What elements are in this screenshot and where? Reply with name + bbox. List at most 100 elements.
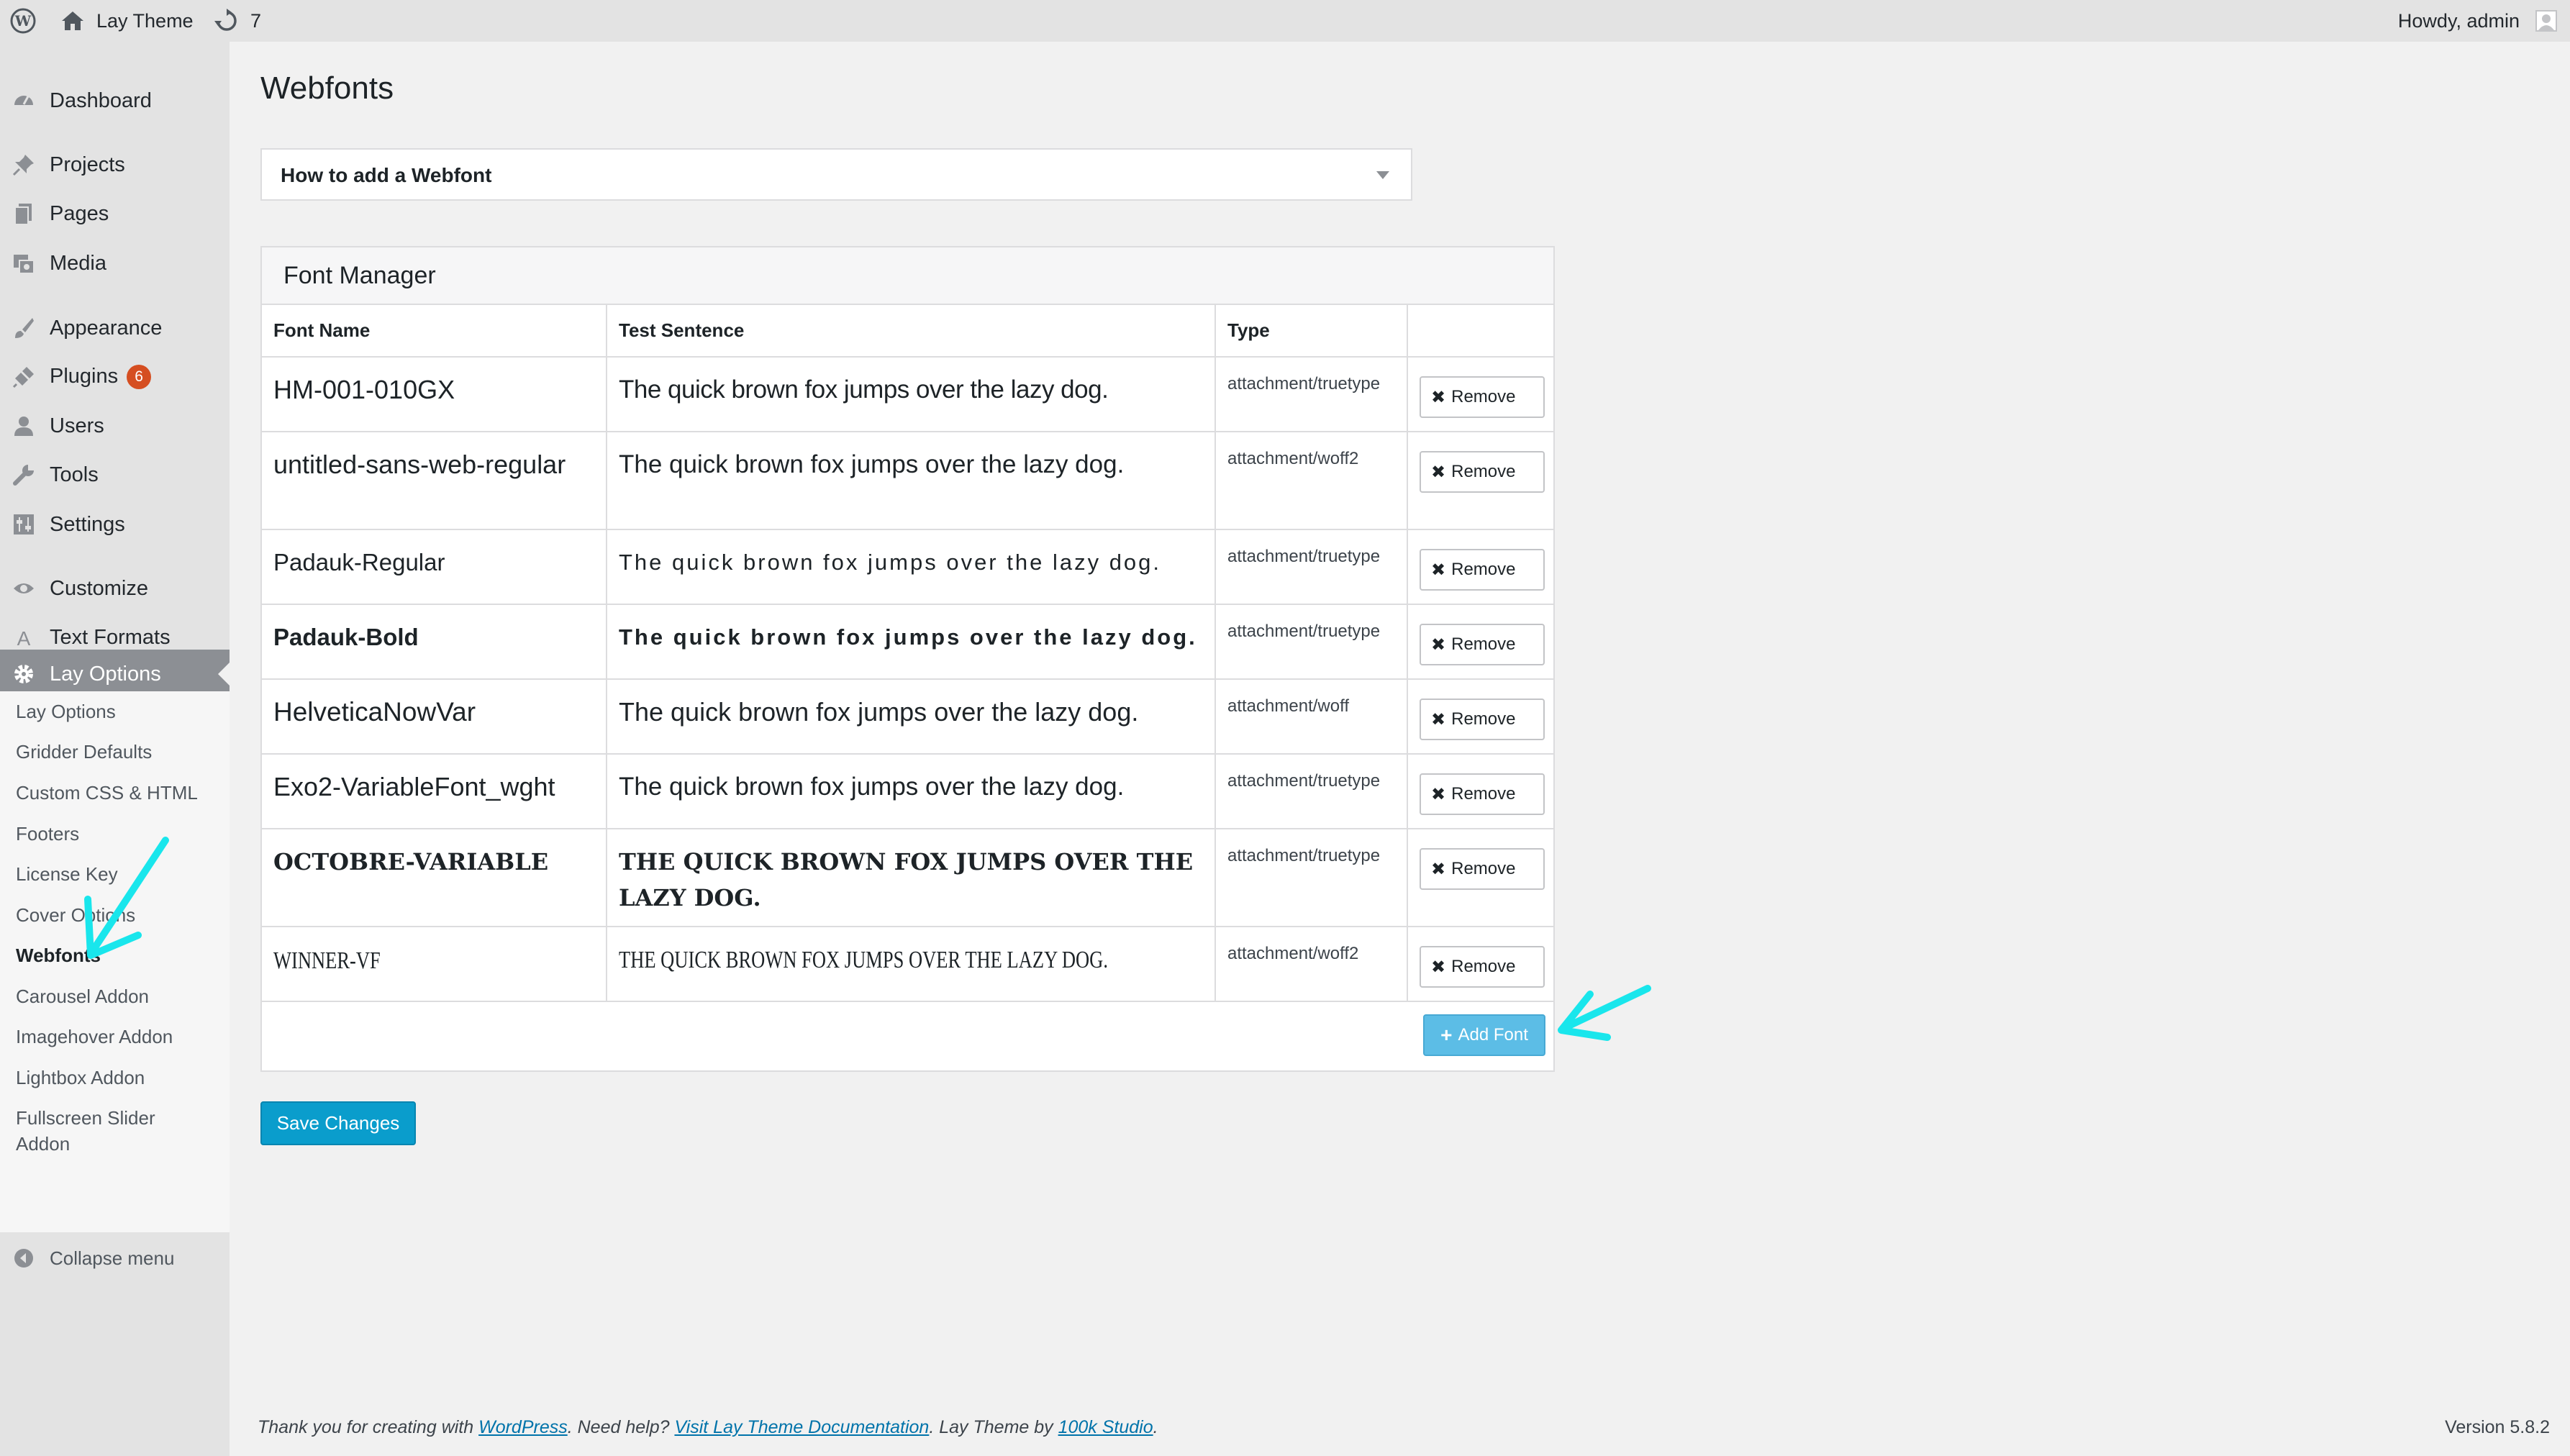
sidebar-item-plugins[interactable]: Plugins 6: [0, 352, 230, 401]
remove-button[interactable]: ✖ Remove: [1420, 624, 1545, 665]
svg-text:W: W: [14, 12, 32, 29]
sidebar-item-projects[interactable]: Projects: [0, 140, 230, 189]
plus-icon: +: [1440, 1024, 1453, 1046]
howto-label: How to add a Webfont: [281, 164, 492, 186]
save-changes-button[interactable]: Save Changes: [260, 1101, 416, 1145]
font-name: Exo2-VariableFont_wght: [273, 772, 555, 801]
sidebar-item-appearance[interactable]: Appearance: [0, 304, 230, 352]
remove-button[interactable]: ✖ Remove: [1420, 946, 1545, 988]
test-sentence: The quick brown fox jumps over the lazy …: [619, 376, 1109, 404]
test-sentence: The quick brown fox jumps over the lazy …: [619, 624, 1197, 650]
remove-button[interactable]: ✖ Remove: [1420, 699, 1545, 740]
table-row: OCTOBRE-VARIABLE THE QUICK BROWN FOX JUM…: [262, 829, 1553, 927]
footer-text: . Need help?: [567, 1417, 675, 1437]
sidebar-item-label: Appearance: [50, 316, 163, 340]
font-type: attachment/truetype: [1227, 374, 1381, 393]
remove-button[interactable]: ✖ Remove: [1420, 773, 1545, 815]
sidebar-item-label: Dashboard: [50, 88, 152, 112]
font-type: attachment/truetype: [1227, 547, 1381, 566]
updates-icon[interactable]: [214, 0, 239, 42]
remove-button[interactable]: ✖ Remove: [1420, 376, 1545, 418]
font-name: Padauk-Regular: [273, 549, 445, 575]
submenu-item-imagehover-addon[interactable]: Imagehover Addon: [16, 1024, 173, 1050]
sidebar-item-users[interactable]: Users: [0, 401, 230, 450]
sidebar-item-label: Plugins: [50, 364, 119, 388]
table-row: WINNER-VF THE QUICK BROWN FOX JUMPS OVER…: [262, 927, 1553, 1002]
studio-link[interactable]: 100k Studio: [1058, 1417, 1153, 1437]
letter-a-icon: A: [12, 625, 36, 650]
submenu-item-cover-options[interactable]: Cover Options: [16, 902, 135, 928]
close-icon: ✖: [1431, 709, 1446, 729]
user-greeting[interactable]: Howdy, admin: [2398, 0, 2520, 42]
table-row: untitled-sans-web-regular The quick brow…: [262, 432, 1553, 530]
pages-icon: [12, 201, 36, 226]
submenu-item-license-key[interactable]: License Key: [16, 861, 118, 887]
howto-accordion[interactable]: How to add a Webfont: [260, 148, 1412, 201]
test-sentence: The quick brown fox jumps over the lazy …: [619, 450, 1125, 478]
site-name-link[interactable]: Lay Theme: [96, 0, 194, 42]
test-sentence: The quick brown fox jumps over the lazy …: [619, 773, 1125, 801]
test-sentence: The quick brown fox jumps over the lazy …: [619, 550, 1162, 575]
home-icon[interactable]: [60, 0, 85, 42]
updates-count[interactable]: 7: [250, 0, 261, 42]
column-header-type: Type: [1215, 305, 1408, 358]
sidebar-item-label: Media: [50, 251, 106, 275]
sidebar-item-label: Customize: [50, 576, 148, 600]
submenu-item-custom-css-html[interactable]: Custom CSS & HTML: [16, 780, 198, 806]
sidebar-item-media[interactable]: Media: [0, 239, 230, 288]
gear-icon: [12, 662, 36, 686]
font-type: attachment/truetype: [1227, 771, 1381, 791]
remove-label: Remove: [1451, 462, 1516, 481]
documentation-link[interactable]: Visit Lay Theme Documentation: [674, 1417, 929, 1437]
media-icon: [12, 251, 36, 276]
table-row: Padauk-Regular The quick brown fox jumps…: [262, 529, 1553, 605]
font-type: attachment/truetype: [1227, 622, 1381, 641]
settings-icon: [12, 512, 36, 537]
page-title: Webfonts: [260, 70, 394, 106]
column-header-test-sentence: Test Sentence: [607, 305, 1216, 358]
sidebar-item-dashboard[interactable]: Dashboard: [0, 76, 230, 125]
admin-footer: Thank you for creating with WordPress. N…: [258, 1417, 1158, 1438]
collapse-menu-button[interactable]: Collapse menu: [0, 1234, 230, 1283]
wrench-icon: [12, 463, 36, 487]
pin-icon: [12, 153, 36, 177]
sidebar-item-label: Settings: [50, 512, 125, 536]
remove-label: Remove: [1451, 634, 1516, 654]
sidebar-item-settings[interactable]: Settings: [0, 500, 230, 549]
submenu-item-webfonts[interactable]: Webfonts: [16, 942, 101, 968]
table-row: Padauk-Bold The quick brown fox jumps ov…: [262, 604, 1553, 680]
eye-icon: [12, 576, 36, 601]
active-menu-pointer: [218, 663, 230, 686]
add-font-button[interactable]: + Add Font: [1423, 1014, 1545, 1056]
submenu-item-footers[interactable]: Footers: [16, 821, 79, 847]
sidebar-item-label: Projects: [50, 153, 125, 176]
remove-label: Remove: [1451, 709, 1516, 729]
submenu-item-fullscreen-slider-addon[interactable]: Fullscreen Slider Addon: [16, 1105, 196, 1157]
close-icon: ✖: [1431, 462, 1446, 482]
submenu-item-gridder-defaults[interactable]: Gridder Defaults: [16, 739, 152, 765]
remove-button[interactable]: ✖ Remove: [1420, 549, 1545, 591]
wordpress-link[interactable]: WordPress: [478, 1417, 568, 1437]
sidebar-item-pages[interactable]: Pages: [0, 189, 230, 238]
admin-bar: W Lay Theme 7 Howdy, admin: [0, 0, 2570, 42]
remove-button[interactable]: ✖ Remove: [1420, 451, 1545, 493]
lay-options-submenu: Lay Options Gridder Defaults Custom CSS …: [0, 691, 230, 1232]
submenu-item-lightbox-addon[interactable]: Lightbox Addon: [16, 1065, 145, 1091]
remove-label: Remove: [1451, 387, 1516, 406]
remove-button[interactable]: ✖ Remove: [1420, 848, 1545, 890]
sidebar-item-tools[interactable]: Tools: [0, 450, 230, 499]
avatar[interactable]: [2535, 0, 2557, 42]
dashboard-icon: [12, 88, 36, 113]
remove-label: Remove: [1451, 859, 1516, 878]
test-sentence: The quick brown fox jumps over the lazy …: [619, 697, 1139, 727]
submenu-item-lay-options[interactable]: Lay Options: [16, 699, 116, 724]
font-name: HelveticaNowVar: [273, 697, 476, 727]
close-icon: ✖: [1431, 560, 1446, 580]
svg-text:A: A: [17, 627, 31, 649]
close-icon: ✖: [1431, 859, 1446, 879]
wordpress-logo-icon[interactable]: W: [10, 0, 36, 42]
submenu-item-carousel-addon[interactable]: Carousel Addon: [16, 983, 149, 1009]
font-type: attachment/woff2: [1227, 449, 1359, 468]
sidebar-item-customize[interactable]: Customize: [0, 564, 230, 613]
fonts-table: Font Name Test Sentence Type HM-001-010G…: [262, 305, 1553, 1002]
